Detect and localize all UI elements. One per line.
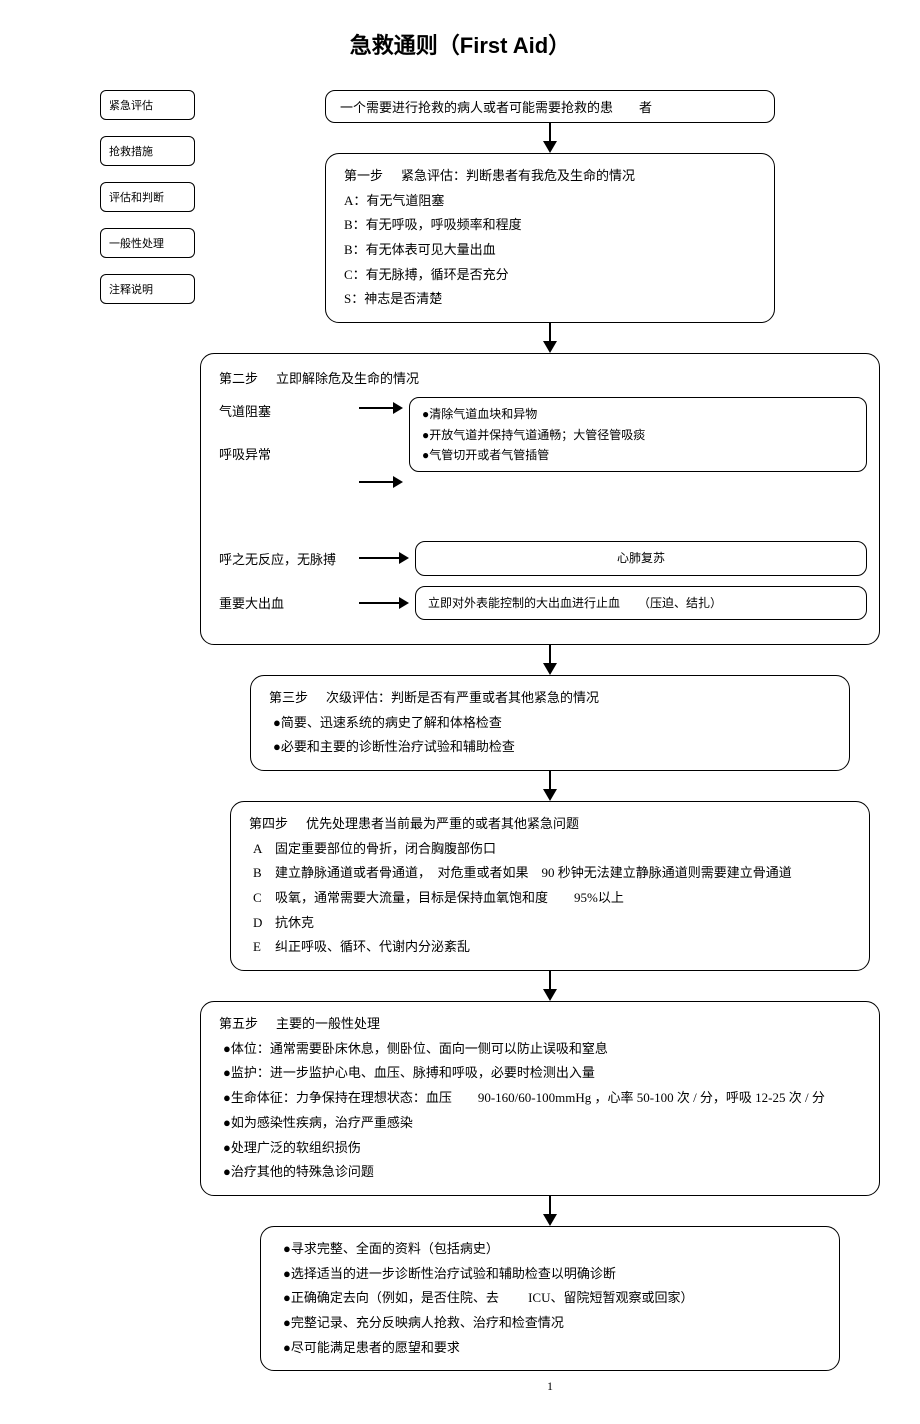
final-item-2: ●选择适当的进一步诊断性治疗试验和辅助检查以明确诊断 xyxy=(283,1262,821,1287)
final-item-5: ●尽可能满足患者的愿望和要求 xyxy=(283,1336,821,1361)
step5-item-4: ●如为感染性疾病，治疗严重感染 xyxy=(223,1111,861,1136)
final-item-4: ●完整记录、充分反映病人抢救、治疗和检查情况 xyxy=(283,1311,821,1336)
step1-box: 第一步紧急评估：判断患者有我危及生命的情况 A：有无气道阻塞 B：有无呼吸，呼吸… xyxy=(325,153,775,323)
step1-item-b2: B：有无体表可见大量出血 xyxy=(344,238,756,263)
page-title: 急救通则（First Aid） xyxy=(0,28,920,60)
step3-header: 第三步次级评估：判断是否有严重或者其他紧急的情况 xyxy=(269,686,831,711)
step4-box: 第四步优先处理患者当前最为严重的或者其他紧急问题 A固定重要部位的骨折，闭合胸腹… xyxy=(230,801,870,971)
flowchart-main: 一个需要进行抢救的病人或者可能需要抢救的患 者 第一步紧急评估：判断患者有我危及… xyxy=(230,90,870,1394)
connector xyxy=(549,645,551,663)
legend-emergency-eval: 紧急评估 xyxy=(100,90,195,120)
step4-item-d: D抗休克 xyxy=(253,911,851,936)
legend-general-treatment: 一般性处理 xyxy=(100,228,195,258)
step2-row-bleeding: 重要大出血 立即对外表能控制的大出血进行止血 （压迫、结扎） xyxy=(219,586,867,620)
step5-item-3: ●生命体征：力争保持在理想状态：血压 90-160/60-100mmHg ，心率… xyxy=(223,1086,861,1111)
arrow-down-icon xyxy=(543,663,557,675)
step5-header: 第五步主要的一般性处理 xyxy=(219,1012,861,1037)
step4-item-a: A固定重要部位的骨折，闭合胸腹部伤口 xyxy=(253,837,851,862)
step2-row-pulse: 呼之无反应，无脉搏 心肺复苏 xyxy=(219,541,867,575)
connector xyxy=(549,123,551,141)
step3-box: 第三步次级评估：判断是否有严重或者其他紧急的情况 ●简要、迅速系统的病史了解和体… xyxy=(250,675,850,771)
arrow-down-icon xyxy=(543,989,557,1001)
step2-cpr-box: 心肺复苏 xyxy=(415,541,867,575)
step2-bleeding-box: 立即对外表能控制的大出血进行止血 （压迫、结扎） xyxy=(415,586,867,620)
page-number: 1 xyxy=(547,1379,553,1394)
arrow-right-icon xyxy=(359,407,403,457)
arrow-right-icon xyxy=(359,481,403,531)
step2-action-3: ●气管切开或者气管插管 xyxy=(422,445,854,465)
title-close: ） xyxy=(548,33,570,58)
final-item-3: ●正确确定去向（例如，是否住院、去 ICU、留院短暂观察或回家） xyxy=(283,1286,821,1311)
step2-action-1: ●清除气道血块和异物 xyxy=(422,404,854,424)
step1-item-s: S：神志是否清楚 xyxy=(344,287,756,312)
step5-item-1: ●体位：通常需要卧床休息，侧卧位、面向一侧可以防止误吸和窒息 xyxy=(223,1037,861,1062)
legend-rescue-measures: 抢救措施 xyxy=(100,136,195,166)
legend-eval-judgment: 评估和判断 xyxy=(100,182,195,212)
arrow-down-icon xyxy=(543,141,557,153)
step2-label-bleeding: 重要大出血 xyxy=(219,593,359,612)
connector xyxy=(549,971,551,989)
start-box: 一个需要进行抢救的病人或者可能需要抢救的患 者 xyxy=(325,90,775,123)
arrow-down-icon xyxy=(543,789,557,801)
title-en: First Aid xyxy=(460,33,548,58)
step2-action-2: ●开放气道并保持气道通畅；大管径管吸痰 xyxy=(422,425,854,445)
step3-item-1: ●简要、迅速系统的病史了解和体格检查 xyxy=(273,711,831,736)
legend-sidebar: 紧急评估 抢救措施 评估和判断 一般性处理 注释说明 xyxy=(100,90,195,304)
step5-item-6: ●治疗其他的特殊急诊问题 xyxy=(223,1160,861,1185)
step5-item-2: ●监护：进一步监护心电、血压、脉搏和呼吸，必要时检测出入量 xyxy=(223,1061,861,1086)
step5-box: 第五步主要的一般性处理 ●体位：通常需要卧床休息，侧卧位、面向一侧可以防止误吸和… xyxy=(200,1001,880,1196)
step2-label-breathing: 呼吸异常 xyxy=(219,444,359,463)
connector xyxy=(549,1196,551,1214)
arrow-down-icon xyxy=(543,341,557,353)
step1-item-c: C：有无脉搏，循环是否充分 xyxy=(344,263,756,288)
connector xyxy=(549,323,551,341)
arrow-down-icon xyxy=(543,1214,557,1226)
step2-label-no-pulse: 呼之无反应，无脉搏 xyxy=(219,549,359,568)
step1-header: 第一步紧急评估：判断患者有我危及生命的情况 xyxy=(344,164,756,189)
connector xyxy=(549,771,551,789)
final-item-1: ●寻求完整、全面的资料（包括病史） xyxy=(283,1237,821,1262)
step2-header: 第二步立即解除危及生命的情况 xyxy=(219,368,867,387)
step1-item-b1: B：有无呼吸，呼吸频率和程度 xyxy=(344,213,756,238)
step5-item-5: ●处理广泛的软组织损伤 xyxy=(223,1136,861,1161)
diagram-container: 紧急评估 抢救措施 评估和判断 一般性处理 注释说明 一个需要进行抢救的病人或者… xyxy=(0,90,920,1394)
step2-airway-actions-box: ●清除气道血块和异物 ●开放气道并保持气道通畅；大管径管吸痰 ●气管切开或者气管… xyxy=(409,397,867,472)
step3-item-2: ●必要和主要的诊断性治疗试验和辅助检查 xyxy=(273,735,831,760)
step2-box: 第二步立即解除危及生命的情况 气道阻塞 呼吸异常 ●清除气道血块和异物 ●开放气… xyxy=(200,353,880,645)
step2-row-airway: 气道阻塞 呼吸异常 ●清除气道血块和异物 ●开放气道并保持气道通畅；大管径管吸痰… xyxy=(219,397,867,531)
step1-item-a: A：有无气道阻塞 xyxy=(344,189,756,214)
final-box: ●寻求完整、全面的资料（包括病史） ●选择适当的进一步诊断性治疗试验和辅助检查以… xyxy=(260,1226,840,1371)
step4-item-e: E纠正呼吸、循环、代谢内分泌紊乱 xyxy=(253,935,851,960)
arrow-right-icon xyxy=(359,557,409,559)
legend-notes: 注释说明 xyxy=(100,274,195,304)
title-cn: 急救通则（ xyxy=(350,33,460,58)
step2-label-airway: 气道阻塞 xyxy=(219,401,359,420)
arrow-right-icon xyxy=(359,602,409,604)
step4-item-b: B建立静脉通道或者骨通道， 对危重或者如果 90 秒钟无法建立静脉通道则需要建立… xyxy=(253,861,851,886)
step4-header: 第四步优先处理患者当前最为严重的或者其他紧急问题 xyxy=(249,812,851,837)
step4-item-c: C吸氧，通常需要大流量，目标是保持血氧饱和度 95%以上 xyxy=(253,886,851,911)
